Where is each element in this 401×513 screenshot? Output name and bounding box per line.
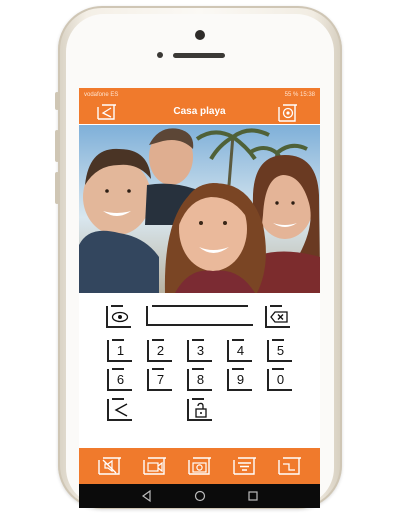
keypad-panel: 1 2 3 4 5 6 7 8 9 0	[79, 293, 320, 448]
backspace-icon	[269, 311, 288, 323]
nav-back-icon	[141, 489, 151, 503]
settings-gear-icon	[278, 104, 297, 122]
nav-home-button[interactable]	[192, 488, 208, 504]
key-2[interactable]: 2	[147, 339, 172, 362]
menu-button[interactable]	[232, 456, 258, 476]
nav-home-icon	[194, 490, 206, 502]
earpiece-speaker	[173, 53, 225, 58]
nav-back-button[interactable]	[139, 488, 155, 504]
back-arrow-icon	[114, 403, 127, 417]
keypad-back-button[interactable]	[107, 398, 132, 421]
video-icon	[143, 457, 166, 475]
unlock-icon	[194, 402, 207, 418]
video-feed-image	[79, 125, 320, 293]
volume-down-button	[55, 172, 59, 204]
video-button[interactable]	[142, 456, 168, 476]
nav-recents-icon	[248, 491, 258, 501]
status-right: 55 % 15:38	[284, 91, 315, 98]
key-5[interactable]: 5	[267, 339, 292, 362]
show-code-button[interactable]	[106, 305, 131, 328]
video-feed	[79, 125, 320, 293]
keypad-icon	[278, 457, 301, 475]
menu-icon	[233, 457, 256, 475]
system-nav-bar	[79, 484, 320, 508]
key-8[interactable]: 8	[187, 368, 212, 391]
status-bar: vodafone ES 55 % 15:38	[79, 88, 320, 101]
app-header: Casa playa	[79, 101, 320, 124]
key-9[interactable]: 9	[227, 368, 252, 391]
camera-button[interactable]	[187, 456, 213, 476]
key-3[interactable]: 3	[187, 339, 212, 362]
mute-button[interactable]	[97, 456, 123, 476]
unlock-door-button[interactable]	[187, 398, 212, 421]
phone-screen: vodafone ES 55 % 15:38 Casa playa 1 2 3 …	[79, 88, 320, 508]
code-input[interactable]	[146, 305, 253, 326]
key-1[interactable]: 1	[107, 339, 132, 362]
backspace-button[interactable]	[265, 305, 290, 328]
mute-icon	[98, 457, 121, 475]
keypad-button[interactable]	[277, 456, 303, 476]
eye-icon	[111, 311, 128, 323]
key-7[interactable]: 7	[147, 368, 172, 391]
proximity-sensor	[157, 52, 163, 58]
mute-switch	[55, 92, 59, 110]
camera-icon	[188, 457, 211, 475]
front-camera	[195, 30, 205, 40]
key-4[interactable]: 4	[227, 339, 252, 362]
status-carrier: vodafone ES	[84, 91, 119, 98]
key-0[interactable]: 0	[267, 368, 292, 391]
action-bar	[79, 448, 320, 484]
key-6[interactable]: 6	[107, 368, 132, 391]
settings-button[interactable]	[277, 103, 299, 122]
volume-up-button	[55, 130, 59, 162]
nav-recents-button[interactable]	[245, 488, 261, 504]
